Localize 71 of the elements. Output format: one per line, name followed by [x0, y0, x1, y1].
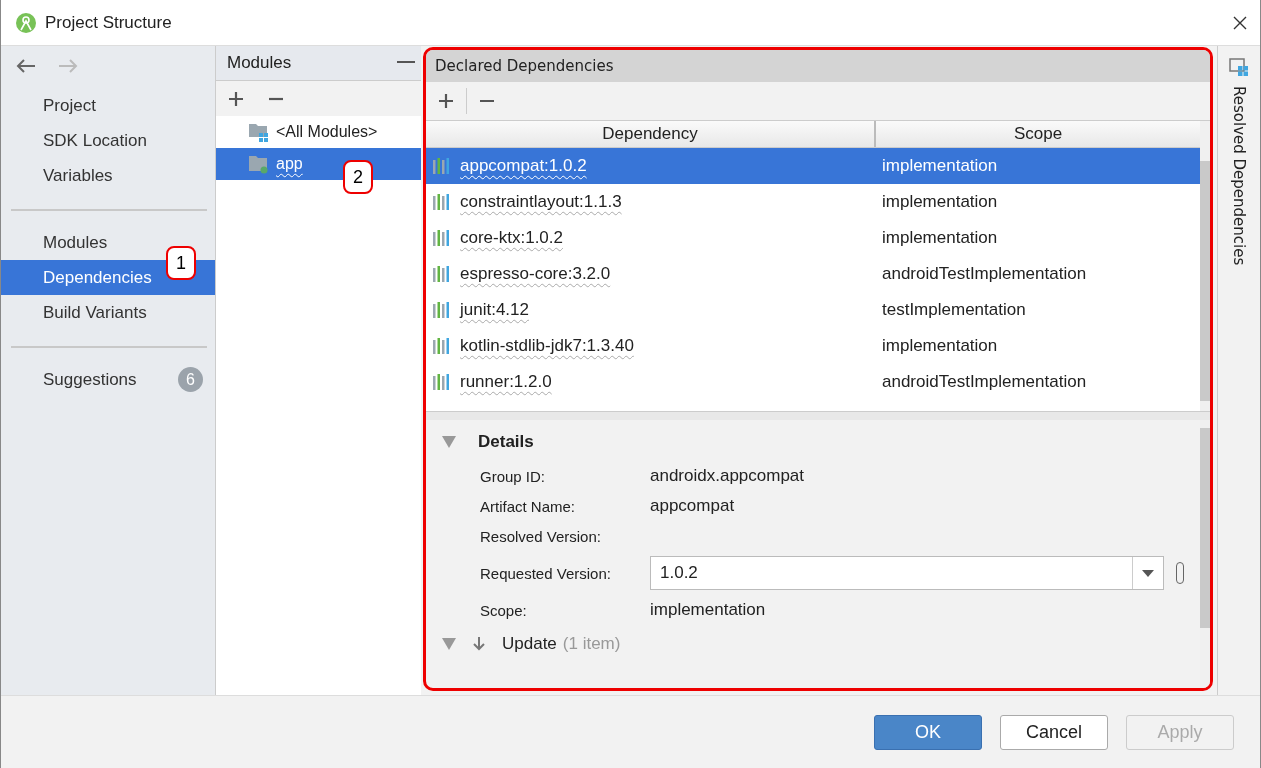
table-row[interactable]: kotlin-stdlib-jdk7:1.3.40 implementation: [426, 328, 1200, 364]
field-label: Artifact Name:: [480, 497, 577, 515]
dialog-button[interactable]: Cancel: [1000, 714, 1108, 750]
field-value: implementation: [650, 600, 767, 620]
dropdown-arrow-icon: [1142, 569, 1154, 577]
section-title[interactable]: Details: [478, 432, 534, 452]
table-cell: constraintlayout:1.1.3: [460, 192, 622, 212]
table-cell-text: androidTestImplementation: [881, 264, 1088, 284]
library-icon: [432, 301, 452, 319]
table-row[interactable]: junit:4.12 testImplementation: [426, 292, 1200, 328]
field-value: appcompat: [650, 496, 736, 516]
version-dropdown[interactable]: 1.0.2: [650, 556, 1164, 590]
scrollbar-thumb[interactable]: [1200, 161, 1210, 401]
count-badge: 6: [178, 367, 203, 392]
table-cell-text: testImplementation: [881, 300, 1027, 320]
table-cell: junit:4.12: [460, 300, 529, 320]
resolved-dependencies-icon: [1229, 58, 1249, 78]
callout-number: 2: [343, 160, 373, 194]
table-cell: kotlin-stdlib-jdk7:1.3.40: [460, 336, 634, 356]
table-cell: espresso-core:3.2.0: [460, 264, 611, 284]
column-header[interactable]: Scope: [876, 121, 1200, 147]
field-label: Scope:: [480, 601, 528, 619]
table-cell-text: implementation: [881, 336, 999, 356]
android-logo-icon: [15, 11, 37, 34]
library-icon: [432, 157, 452, 175]
panel-title: Declared Dependencies: [435, 57, 614, 75]
expanded-triangle-icon[interactable]: [442, 436, 456, 448]
dialog-button[interactable]: OK: [874, 714, 982, 750]
table-cell-text: implementation: [881, 192, 999, 212]
sidebar-item[interactable]: Build Variants: [1, 295, 215, 330]
table-cell: appcompat:1.0.2: [460, 156, 587, 176]
sidebar-item[interactable]: SDK Location: [1, 123, 215, 158]
library-icon: [432, 373, 452, 391]
field-label: Requested Version:: [480, 564, 612, 582]
add-icon[interactable]: [438, 93, 454, 109]
module-folder-icon: [248, 122, 270, 142]
panel-title: Modules: [227, 53, 292, 73]
library-icon: [432, 193, 452, 211]
download-arrow-icon: [472, 637, 486, 651]
window-title: Project Structure: [45, 12, 172, 33]
close-icon[interactable]: [1232, 14, 1248, 31]
section-title[interactable]: Update: [502, 634, 557, 654]
library-icon: [432, 337, 452, 355]
item-count: (1 item): [562, 634, 621, 654]
minimize-icon[interactable]: [397, 61, 415, 65]
field-value: androidx.appcompat: [650, 466, 806, 486]
table-cell: core-ktx:1.0.2: [460, 228, 563, 248]
sidebar-item[interactable]: Variables: [1, 158, 215, 193]
sidebar-item[interactable]: Project: [1, 88, 215, 123]
library-icon: [432, 265, 452, 283]
side-tab[interactable]: Resolved Dependencies: [1229, 46, 1249, 266]
table-cell-text: implementation: [881, 228, 999, 248]
back-arrow-icon[interactable]: [15, 58, 37, 74]
table-row[interactable]: core-ktx:1.0.2 implementation: [426, 220, 1200, 256]
table-row[interactable]: constraintlayout:1.1.3 implementation: [426, 184, 1200, 220]
module-item[interactable]: <All Modules>: [216, 116, 421, 148]
expanded-triangle-icon[interactable]: [442, 638, 456, 650]
table-row[interactable]: runner:1.2.0 androidTestImplementation: [426, 364, 1200, 400]
table-cell: runner:1.2.0: [460, 372, 552, 392]
scrollbar-thumb[interactable]: [1200, 428, 1210, 628]
table-cell-text: implementation: [881, 156, 999, 176]
table-row[interactable]: espresso-core:3.2.0 androidTestImplementation: [426, 256, 1200, 292]
table-cell-text: androidTestImplementation: [881, 372, 1088, 392]
sidebar-item[interactable]: Suggestions 6: [1, 362, 215, 397]
add-icon[interactable]: [228, 90, 244, 107]
field-label: Group ID:: [480, 467, 547, 485]
module-folder-icon: [248, 154, 270, 174]
field-label: Resolved Version:: [480, 527, 602, 545]
library-icon: [432, 229, 452, 247]
table-row[interactable]: appcompat:1.0.2 implementation: [426, 148, 1200, 184]
callout-number: 1: [166, 246, 196, 280]
